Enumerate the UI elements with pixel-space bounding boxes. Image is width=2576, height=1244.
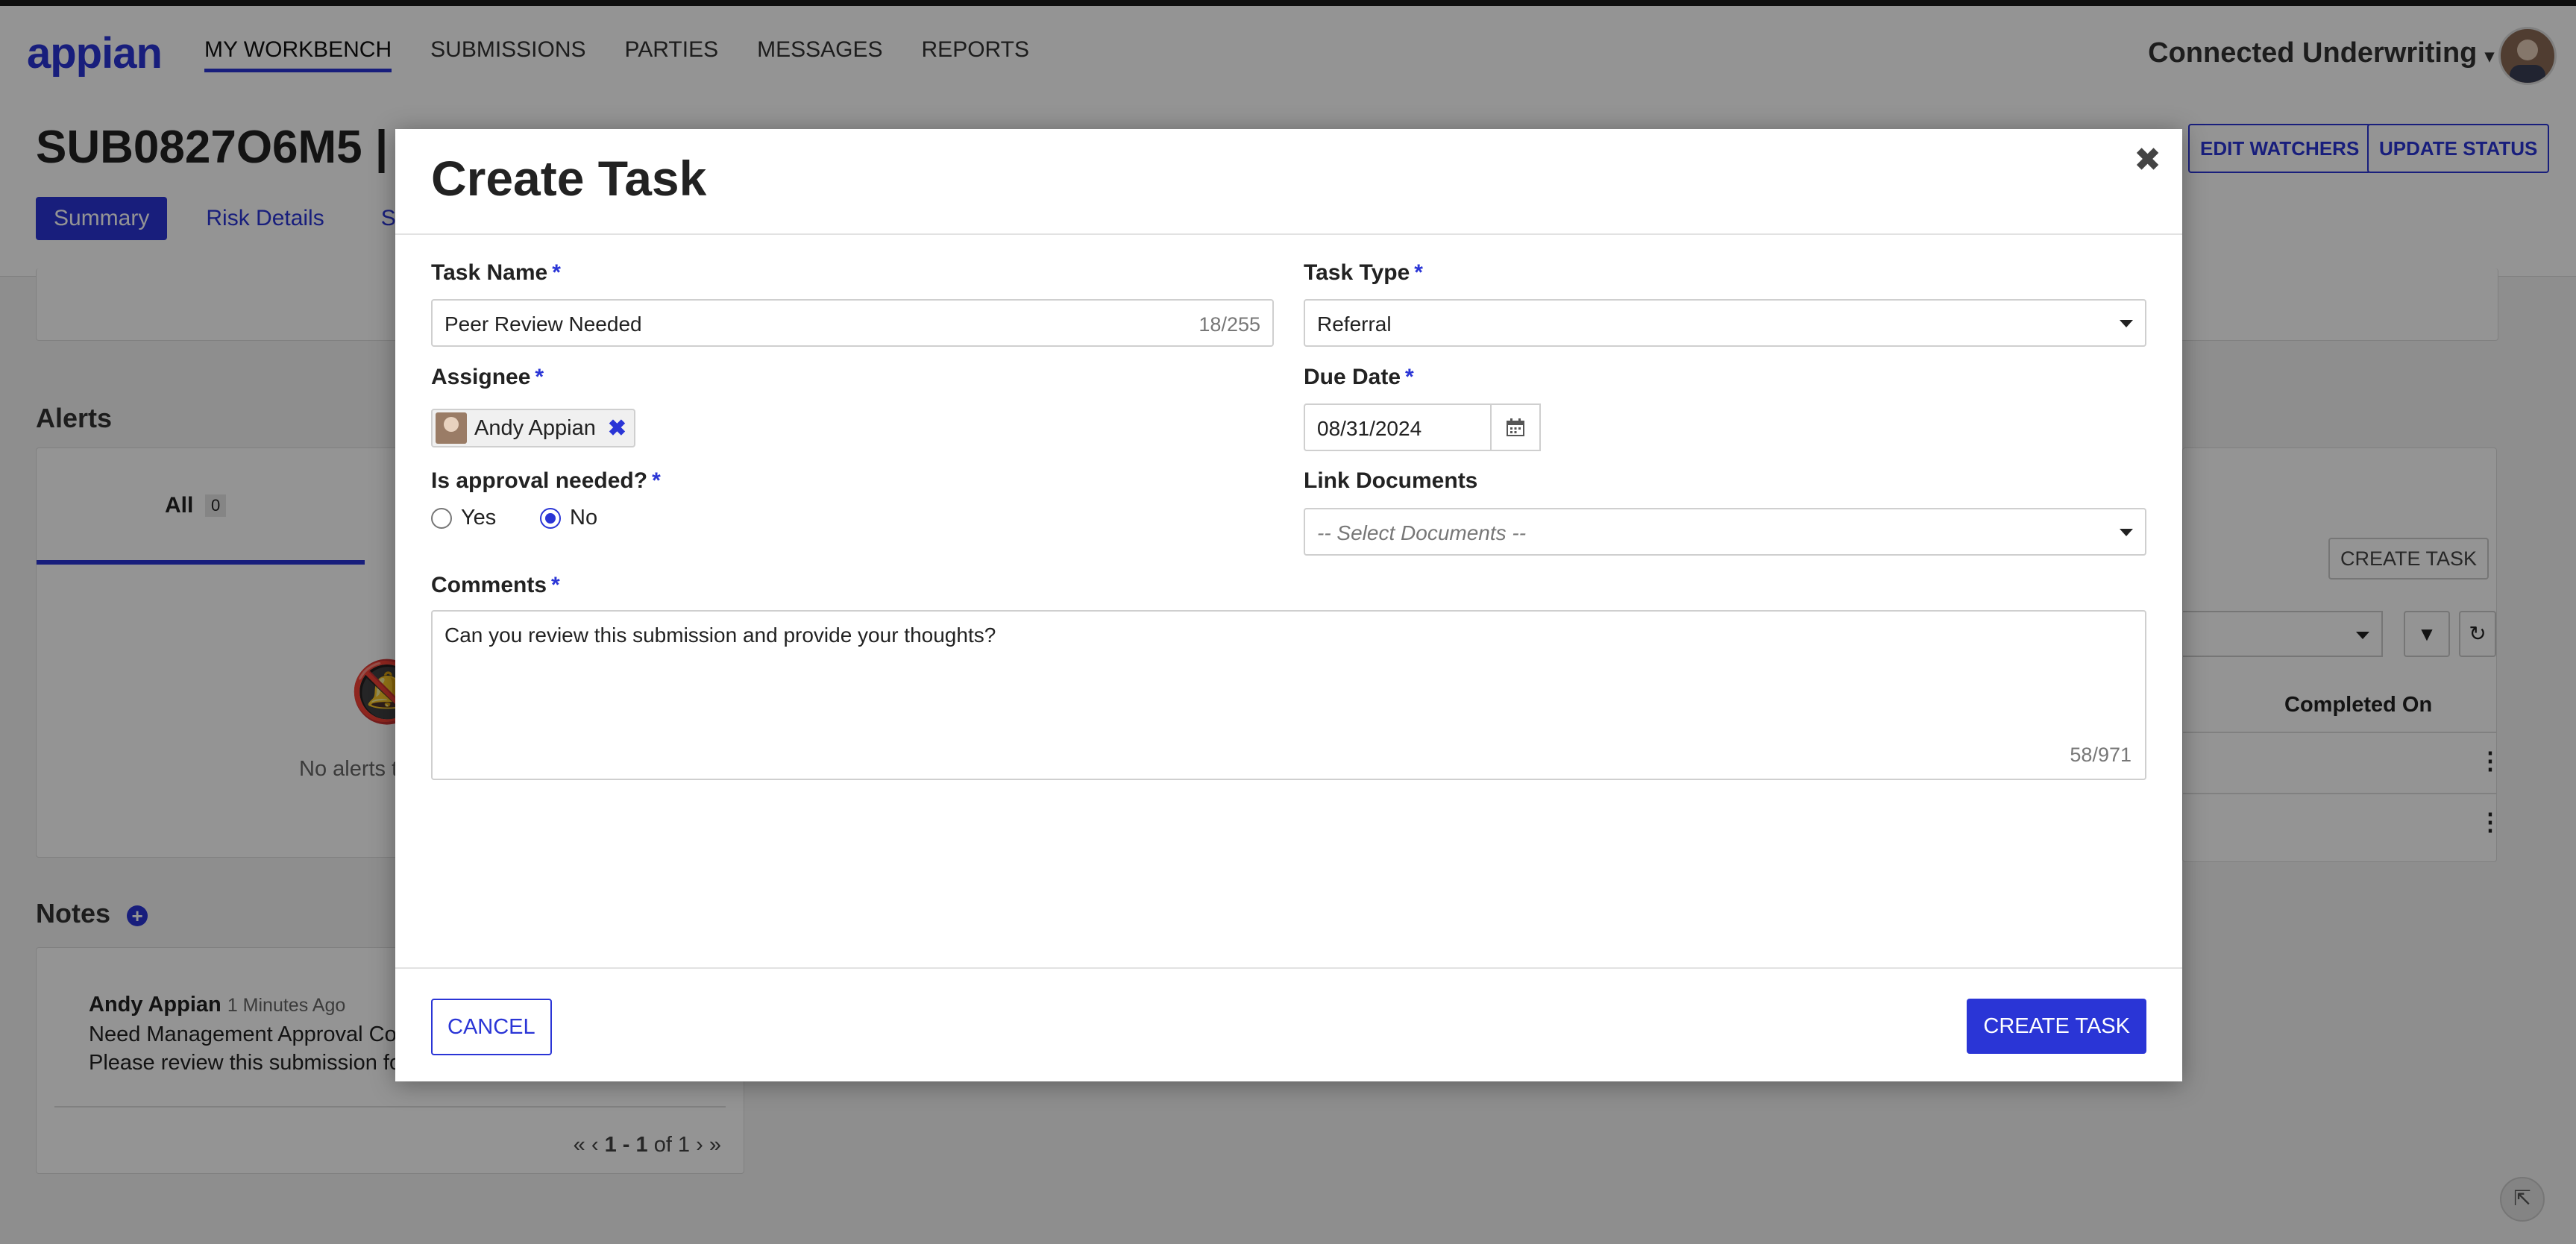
- assignee-label-text: Assignee: [431, 365, 531, 389]
- due-date-label: Due Date *: [1304, 365, 1414, 390]
- assignee-chip: Andy Appian ✖: [431, 409, 635, 447]
- task-name-value: Peer Review Needed: [444, 312, 642, 336]
- calendar-icon[interactable]: [1492, 403, 1541, 451]
- approval-yes-label: Yes: [461, 506, 497, 530]
- task-name-label-text: Task Name: [431, 260, 548, 285]
- task-name-label: Task Name *: [431, 260, 561, 286]
- required-marker: *: [552, 260, 561, 285]
- task-name-char-count: 18/255: [1199, 313, 1260, 336]
- link-documents-placeholder: -- Select Documents --: [1317, 521, 1527, 544]
- required-marker: *: [535, 365, 544, 389]
- approval-label: Is approval needed? *: [431, 468, 661, 494]
- task-type-label-text: Task Type: [1304, 260, 1410, 285]
- task-type-select[interactable]: Referral: [1304, 299, 2146, 347]
- comments-value: Can you review this submission and provi…: [444, 623, 996, 647]
- required-marker: *: [652, 468, 661, 493]
- chevron-down-icon: [2120, 529, 2133, 536]
- approval-yes-radio[interactable]: Yes: [431, 506, 496, 530]
- radio-unchecked-icon: [431, 507, 452, 529]
- cancel-button[interactable]: CANCEL: [431, 999, 552, 1055]
- due-date-value: 08/31/2024: [1317, 417, 1422, 440]
- required-marker: *: [1414, 260, 1423, 285]
- approval-no-radio[interactable]: No: [540, 506, 597, 530]
- comments-label-text: Comments: [431, 573, 547, 597]
- approval-no-label: No: [570, 506, 598, 530]
- assignee-label: Assignee *: [431, 365, 544, 390]
- due-date-input[interactable]: 08/31/2024: [1304, 403, 1492, 451]
- create-task-dialog: Create Task ✖ Task Name * Peer Review Nee…: [395, 129, 2182, 1081]
- due-date-label-text: Due Date: [1304, 365, 1401, 389]
- comments-textarea[interactable]: Can you review this submission and provi…: [431, 610, 2146, 780]
- link-documents-select[interactable]: -- Select Documents --: [1304, 508, 2146, 556]
- approval-label-text: Is approval needed?: [431, 468, 648, 493]
- radio-checked-icon: [540, 507, 561, 529]
- assignee-avatar: [436, 412, 467, 444]
- close-icon[interactable]: ✖: [2134, 141, 2161, 179]
- required-marker: *: [1405, 365, 1414, 389]
- assignee-name: Andy Appian: [474, 415, 596, 440]
- remove-assignee-icon[interactable]: ✖: [608, 415, 626, 442]
- dialog-footer: CANCEL CREATE TASK: [395, 967, 2182, 1083]
- required-marker: *: [551, 573, 560, 597]
- link-documents-label: Link Documents: [1304, 468, 1478, 493]
- dialog-header: Create Task ✖: [395, 129, 2182, 235]
- comments-char-count: 58/971: [2070, 744, 2132, 766]
- task-name-input[interactable]: Peer Review Needed 18/255: [431, 299, 1274, 347]
- task-type-label: Task Type *: [1304, 260, 1423, 286]
- task-type-value: Referral: [1317, 312, 1392, 336]
- comments-label: Comments *: [431, 573, 560, 598]
- chevron-down-icon: [2120, 320, 2133, 327]
- dialog-title: Create Task: [431, 151, 707, 206]
- create-task-button[interactable]: CREATE TASK: [1967, 999, 2146, 1054]
